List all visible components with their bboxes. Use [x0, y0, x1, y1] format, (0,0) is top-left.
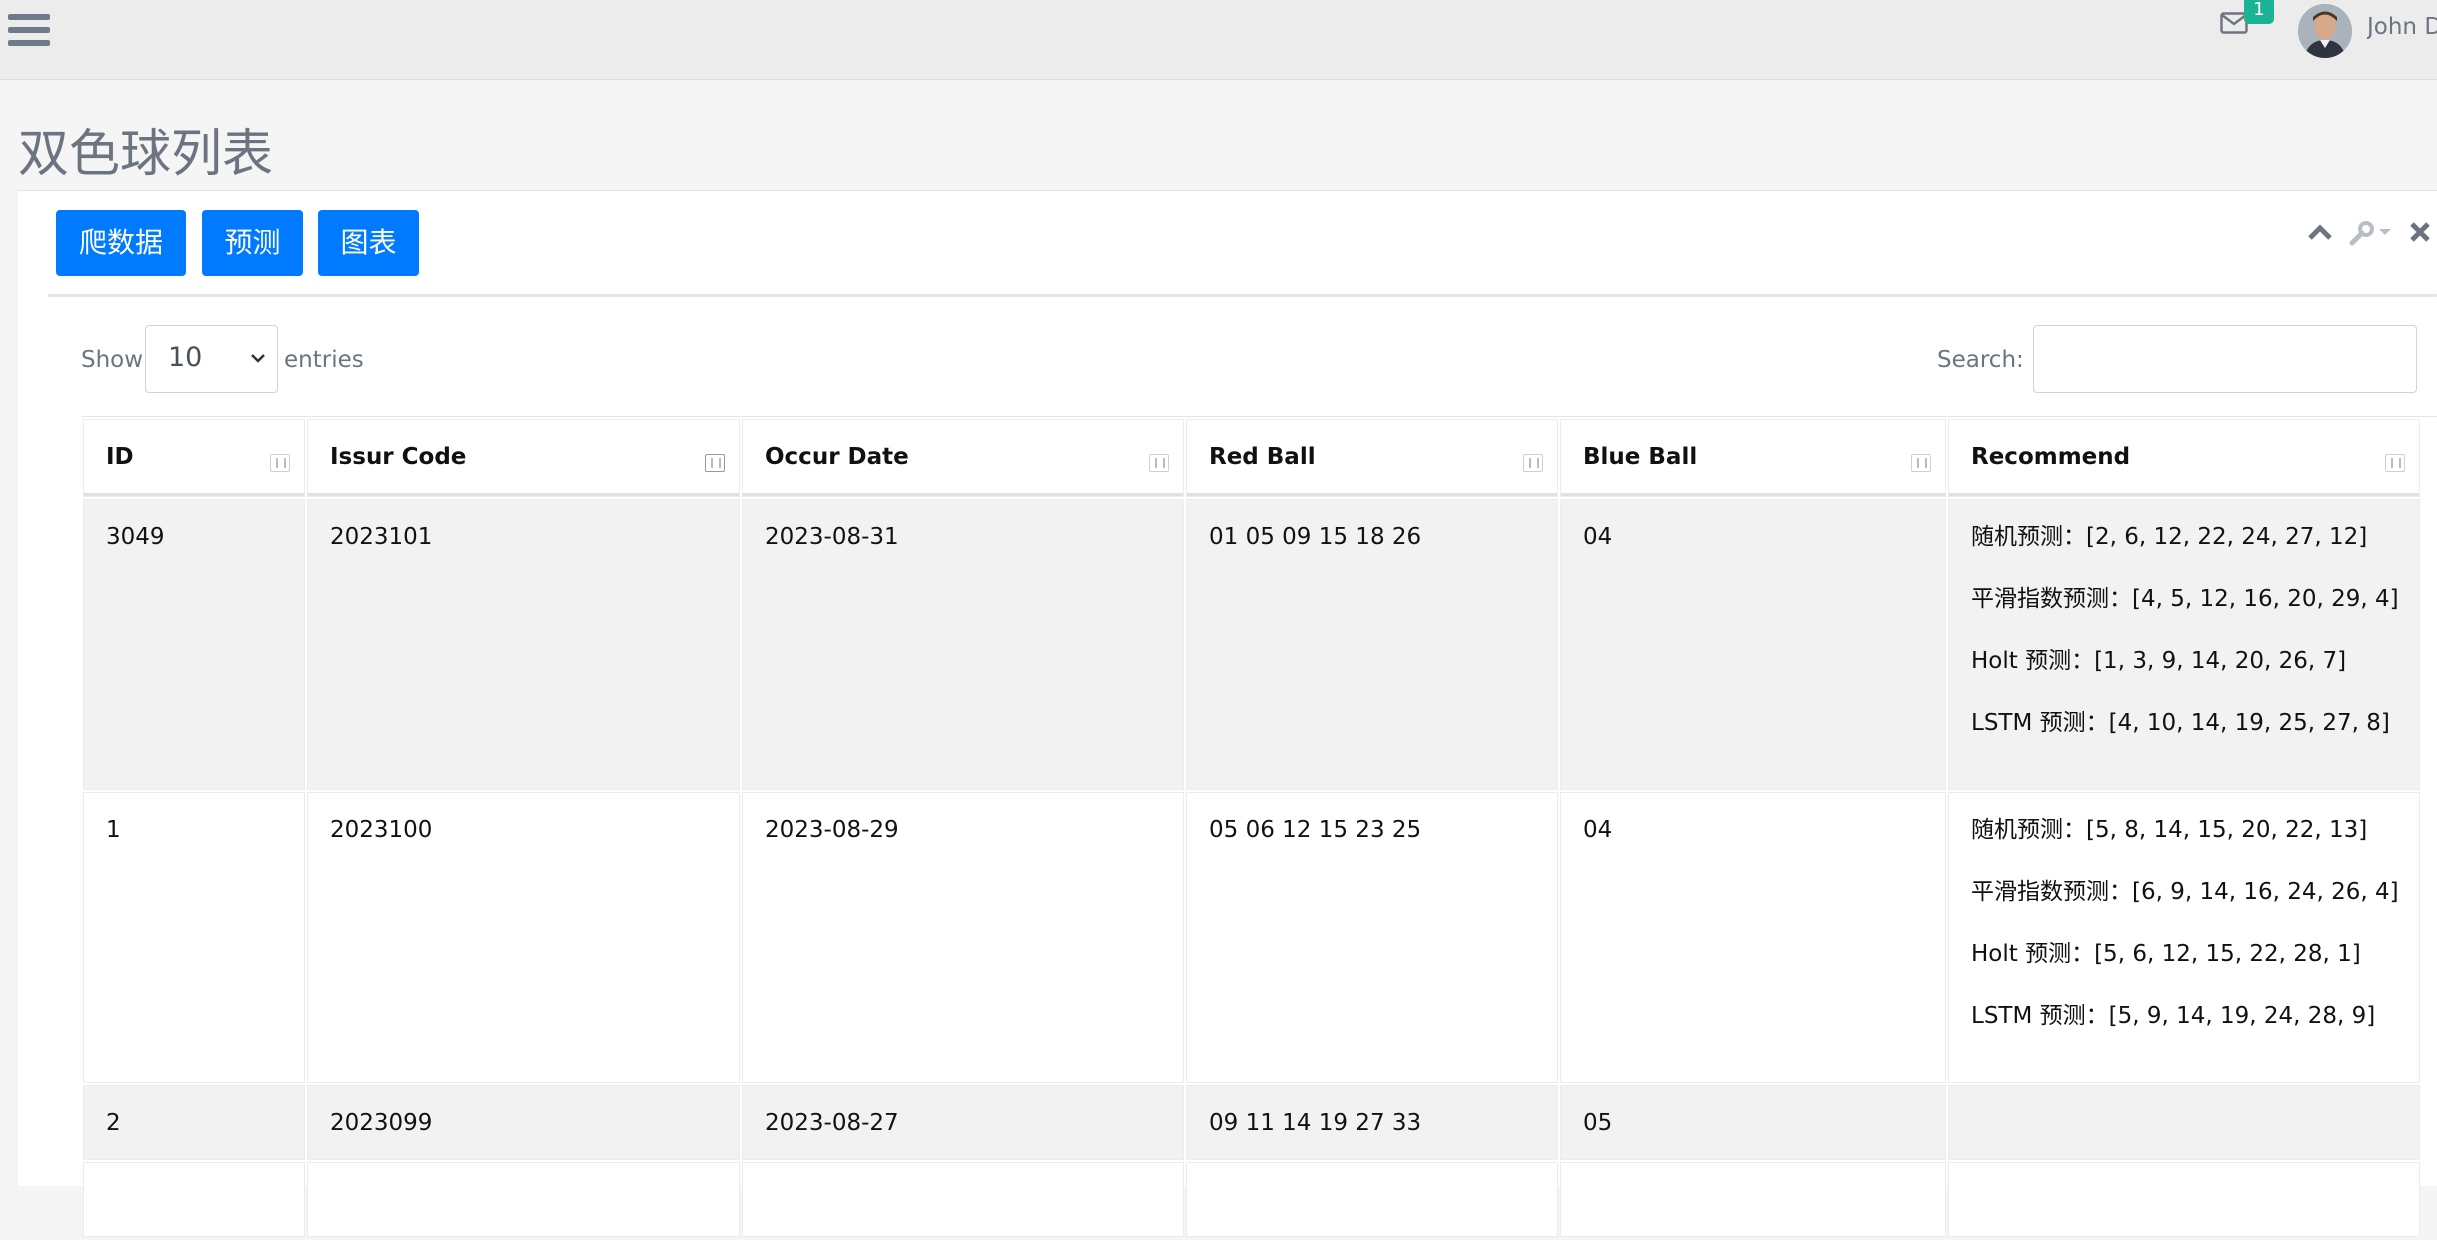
table-header-row: ID Issur Code Occur Date Red Ball Blue B… — [84, 420, 2419, 496]
cell-blue-ball: 04 — [1561, 500, 1945, 789]
close-icon[interactable] — [2409, 221, 2431, 247]
table-controls: Show 10 entries Search: — [18, 325, 2437, 395]
chevron-down-icon — [249, 350, 267, 369]
cell-issue-code: 2023100 — [308, 793, 739, 1082]
search-label: Search: — [1937, 347, 2024, 373]
panel-toolbar: 爬数据 预测 图表 — [48, 191, 2437, 297]
column-header-blue-ball[interactable]: Blue Ball — [1561, 420, 1945, 496]
table-row[interactable]: 2 2023099 2023-08-27 09 11 14 19 27 33 0… — [84, 1086, 2419, 1159]
column-header-issue-code[interactable]: Issur Code — [308, 420, 739, 496]
entries-label: entries — [284, 347, 364, 373]
data-table-wrapper: ID Issur Code Occur Date Red Ball Blue B… — [82, 416, 2437, 1240]
predict-button[interactable]: 预测 — [202, 210, 303, 276]
page-title: 双色球列表 — [18, 125, 274, 184]
column-header-red-ball[interactable]: Red Ball — [1187, 420, 1557, 496]
show-label: Show — [81, 347, 144, 373]
table-row[interactable]: 3049 2023101 2023-08-31 01 05 09 15 18 2… — [84, 500, 2419, 789]
sort-icon[interactable] — [1149, 454, 1169, 472]
recommend-lstm: LSTM 预测：[4, 10, 14, 19, 25, 27, 8] — [1971, 710, 2390, 736]
cell-issue-code: 2023101 — [308, 500, 739, 789]
cell-red-ball — [1187, 1163, 1557, 1236]
cell-blue-ball: 05 — [1561, 1086, 1945, 1159]
recommend-holt: Holt 预测：[1, 3, 9, 14, 20, 26, 7] — [1971, 648, 2347, 674]
cell-occur-date: 2023-08-27 — [743, 1086, 1183, 1159]
table-row[interactable] — [84, 1163, 2419, 1236]
collapse-chevron-up-icon[interactable] — [2307, 221, 2333, 247]
panel-tools — [2307, 221, 2437, 261]
sort-icon[interactable] — [705, 454, 725, 472]
column-label: Blue Ball — [1583, 443, 1698, 470]
user-avatar[interactable] — [2298, 4, 2352, 58]
column-header-recommend[interactable]: Recommend — [1949, 420, 2419, 496]
sort-icon[interactable] — [1523, 454, 1543, 472]
cell-occur-date: 2023-08-29 — [743, 793, 1183, 1082]
cell-issue-code — [308, 1163, 739, 1236]
cell-recommend — [1949, 1163, 2419, 1236]
cell-recommend — [1949, 1086, 2419, 1159]
page-size-value: 10 — [168, 342, 203, 373]
column-header-id[interactable]: ID — [84, 420, 304, 496]
recommend-exp-smoothing: 平滑指数预测：[6, 9, 14, 16, 24, 26, 4] — [1971, 879, 2399, 905]
sort-icon[interactable] — [2385, 454, 2405, 472]
cell-blue-ball: 04 — [1561, 793, 1945, 1082]
wrench-icon[interactable] — [2349, 221, 2393, 251]
recommend-lstm: LSTM 预测：[5, 9, 14, 19, 24, 28, 9] — [1971, 1003, 2376, 1029]
column-label: Issur Code — [330, 443, 467, 470]
top-navbar: 1 John D — [0, 0, 2437, 80]
page-size-select[interactable]: 10 — [145, 325, 278, 393]
user-name[interactable]: John D — [2367, 14, 2437, 40]
cell-blue-ball — [1561, 1163, 1945, 1236]
recommend-exp-smoothing: 平滑指数预测：[4, 5, 12, 16, 20, 29, 4] — [1971, 586, 2399, 612]
column-label: Occur Date — [765, 443, 909, 470]
lottery-table: ID Issur Code Occur Date Red Ball Blue B… — [80, 416, 2423, 1240]
cell-id: 1 — [84, 793, 304, 1082]
table-row[interactable]: 1 2023100 2023-08-29 05 06 12 15 23 25 0… — [84, 793, 2419, 1082]
recommend-random: 随机预测：[2, 6, 12, 22, 24, 27, 12] — [1971, 524, 2368, 550]
sort-icon[interactable] — [270, 454, 290, 472]
crawl-data-button[interactable]: 爬数据 — [56, 210, 186, 276]
sort-icon[interactable] — [1911, 454, 1931, 472]
cell-recommend: 随机预测：[5, 8, 14, 15, 20, 22, 13] 平滑指数预测：[… — [1949, 793, 2419, 1082]
cell-id — [84, 1163, 304, 1236]
chart-button[interactable]: 图表 — [318, 210, 419, 276]
column-header-occur-date[interactable]: Occur Date — [743, 420, 1183, 496]
cell-id: 3049 — [84, 500, 304, 789]
cell-recommend: 随机预测：[2, 6, 12, 22, 24, 27, 12] 平滑指数预测：[… — [1949, 500, 2419, 789]
column-label: Red Ball — [1209, 443, 1316, 470]
search-input[interactable] — [2033, 325, 2417, 393]
cell-red-ball: 09 11 14 19 27 33 — [1187, 1086, 1557, 1159]
menu-toggle-icon[interactable] — [8, 14, 50, 50]
recommend-holt: Holt 预测：[5, 6, 12, 15, 22, 28, 1] — [1971, 941, 2361, 967]
column-label: Recommend — [1971, 443, 2131, 470]
mail-count-badge: 1 — [2244, 0, 2274, 24]
cell-red-ball: 01 05 09 15 18 26 — [1187, 500, 1557, 789]
recommend-random: 随机预测：[5, 8, 14, 15, 20, 22, 13] — [1971, 817, 2368, 843]
column-label: ID — [106, 443, 134, 470]
content-panel: 爬数据 预测 图表 Show 10 entries Search: ID Iss… — [18, 190, 2437, 1236]
cell-id: 2 — [84, 1086, 304, 1159]
cell-red-ball: 05 06 12 15 23 25 — [1187, 793, 1557, 1082]
cell-issue-code: 2023099 — [308, 1086, 739, 1159]
cell-occur-date — [743, 1163, 1183, 1236]
cell-occur-date: 2023-08-31 — [743, 500, 1183, 789]
